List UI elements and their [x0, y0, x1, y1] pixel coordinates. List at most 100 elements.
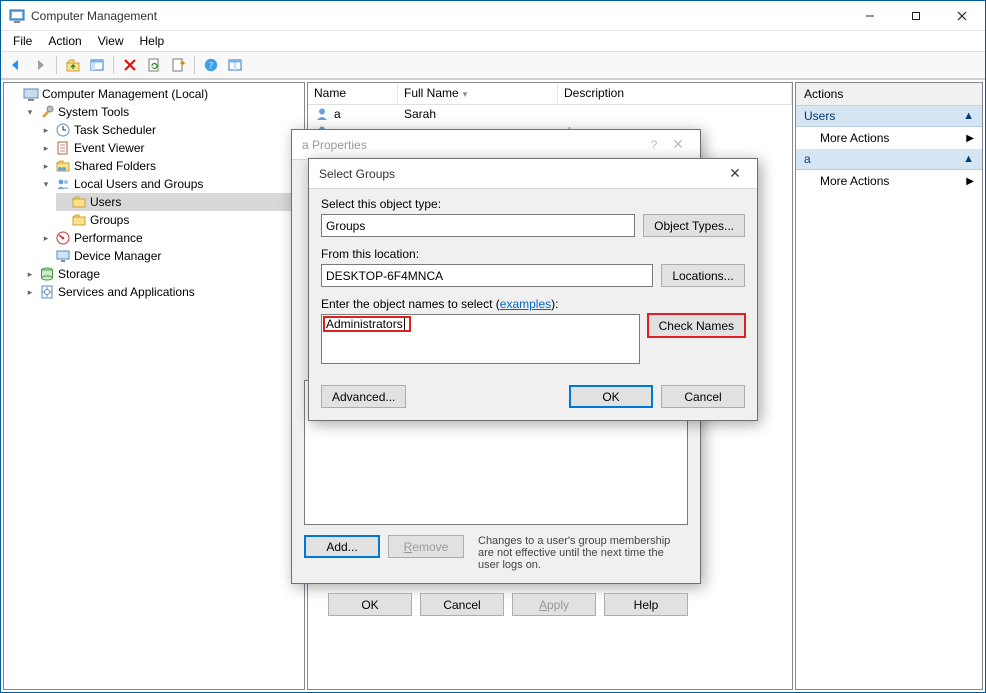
close-icon[interactable]: ✕ [666, 136, 690, 153]
object-types-button[interactable]: Object Types... [643, 214, 745, 237]
shared-folder-icon [55, 158, 71, 174]
menu-action[interactable]: Action [40, 32, 89, 50]
expander-spacer [56, 196, 68, 208]
minimize-button[interactable] [847, 1, 893, 31]
chevron-right-icon[interactable]: ▸ [40, 160, 52, 172]
object-names-value: Administrators [326, 317, 403, 331]
examples-link[interactable]: examples [500, 297, 551, 311]
chevron-down-icon[interactable]: ▾ [40, 178, 52, 190]
close-button[interactable] [939, 1, 985, 31]
export-button[interactable] [167, 54, 189, 76]
tree-event-viewer[interactable]: ▸ Event Viewer [40, 139, 304, 157]
locations-button[interactable]: Locations... [661, 264, 745, 287]
tree-users[interactable]: Users [56, 193, 304, 211]
delete-button[interactable] [119, 54, 141, 76]
menu-help[interactable]: Help [132, 32, 173, 50]
show-hide-tree-button[interactable] [86, 54, 108, 76]
cancel-button[interactable]: Cancel [661, 385, 745, 408]
chevron-up-icon: ▲ [963, 153, 974, 165]
actions-group-users[interactable]: Users ▲ [796, 106, 982, 127]
submenu-icon: ▶ [966, 133, 974, 144]
chevron-right-icon[interactable]: ▸ [40, 232, 52, 244]
menu-view[interactable]: View [90, 32, 132, 50]
back-button[interactable] [5, 54, 27, 76]
list-row[interactable]: a Sarah [308, 105, 792, 123]
tree-label: Users [90, 195, 121, 209]
window-title: Computer Management [31, 9, 157, 23]
chevron-right-icon[interactable]: ▸ [24, 268, 36, 280]
close-icon[interactable]: ✕ [723, 165, 747, 182]
actions-header: Actions [796, 83, 982, 106]
window-controls [847, 1, 985, 31]
names-label-post: ): [551, 297, 558, 311]
chevron-right-icon[interactable]: ▸ [24, 286, 36, 298]
apply-button[interactable]: Apply [512, 593, 596, 616]
submenu-icon: ▶ [966, 176, 974, 187]
expander-icon[interactable] [8, 88, 20, 100]
help-button[interactable]: ? [200, 54, 222, 76]
location-label: From this location: [321, 247, 745, 261]
tree-groups[interactable]: Groups [56, 211, 304, 229]
actions-item-more-a[interactable]: More Actions ▶ [796, 170, 982, 192]
tree-storage[interactable]: ▸ Storage [24, 265, 304, 283]
tree-local-users-groups[interactable]: ▾ Local Users and Groups [40, 175, 304, 193]
col-fullname-label: Full Name [404, 86, 459, 100]
expander-spacer [56, 214, 68, 226]
location-field[interactable] [321, 264, 653, 287]
tree-system-tools[interactable]: ▾ System Tools [24, 103, 304, 121]
check-names-button[interactable]: Check Names [648, 314, 745, 337]
tree-label: Task Scheduler [74, 123, 156, 137]
object-type-field[interactable] [321, 214, 635, 237]
computer-icon [23, 86, 39, 102]
remove-button[interactable]: Remove [388, 535, 464, 558]
actions-item-more-users[interactable]: More Actions ▶ [796, 127, 982, 149]
tree-performance[interactable]: ▸ Performance [40, 229, 304, 247]
properties-button[interactable] [224, 54, 246, 76]
forward-button[interactable] [29, 54, 51, 76]
menu-file[interactable]: File [5, 32, 40, 50]
col-fullname[interactable]: Full Name ▾ [398, 83, 558, 104]
storage-icon [39, 266, 55, 282]
col-name[interactable]: Name [308, 83, 398, 104]
tree-device-manager[interactable]: Device Manager [40, 247, 304, 265]
help-icon[interactable]: ? [642, 138, 666, 152]
tree-root[interactable]: Computer Management (Local) [8, 85, 304, 103]
actions-item-label: More Actions [820, 174, 889, 188]
tree-pane[interactable]: Computer Management (Local) ▾ System Too… [3, 82, 305, 690]
tree-label: Storage [58, 267, 100, 281]
maximize-button[interactable] [893, 1, 939, 31]
properties-dialog-titlebar: a Properties ? ✕ [292, 130, 700, 160]
toolbar-separator [56, 56, 57, 74]
col-description[interactable]: Description [558, 83, 792, 104]
list-header: Name Full Name ▾ Description [308, 83, 792, 105]
add-button[interactable]: Add... [304, 535, 380, 558]
object-names-entered: Administrators [324, 317, 410, 331]
svg-text:?: ? [209, 61, 213, 71]
tree-label: Local Users and Groups [74, 177, 203, 191]
tree-root-label: Computer Management (Local) [42, 87, 208, 101]
help-button[interactable]: Help [604, 593, 688, 616]
refresh-button[interactable] [143, 54, 165, 76]
chevron-right-icon[interactable]: ▸ [40, 124, 52, 136]
text-cursor [404, 317, 408, 331]
select-groups-titlebar[interactable]: Select Groups ✕ [309, 159, 757, 189]
ok-button[interactable]: OK [328, 593, 412, 616]
folder-icon [71, 212, 87, 228]
up-button[interactable] [62, 54, 84, 76]
advanced-button[interactable]: Advanced... [321, 385, 406, 408]
folder-icon [71, 194, 87, 210]
chevron-right-icon[interactable]: ▸ [40, 142, 52, 154]
tree-label: Event Viewer [74, 141, 144, 155]
tree-task-scheduler[interactable]: ▸ Task Scheduler [40, 121, 304, 139]
tree-services-apps[interactable]: ▸ Services and Applications [24, 283, 304, 301]
actions-pane: Actions Users ▲ More Actions ▶ a ▲ More … [795, 82, 983, 690]
chevron-down-icon[interactable]: ▾ [24, 106, 36, 118]
cancel-button[interactable]: Cancel [420, 593, 504, 616]
sort-asc-icon: ▾ [463, 89, 468, 99]
actions-group-a[interactable]: a ▲ [796, 149, 982, 170]
ok-button[interactable]: OK [569, 385, 653, 408]
tools-icon [39, 104, 55, 120]
toolbar: ? [1, 51, 985, 79]
tree-shared-folders[interactable]: ▸ Shared Folders [40, 157, 304, 175]
cell-name: a [334, 107, 341, 121]
